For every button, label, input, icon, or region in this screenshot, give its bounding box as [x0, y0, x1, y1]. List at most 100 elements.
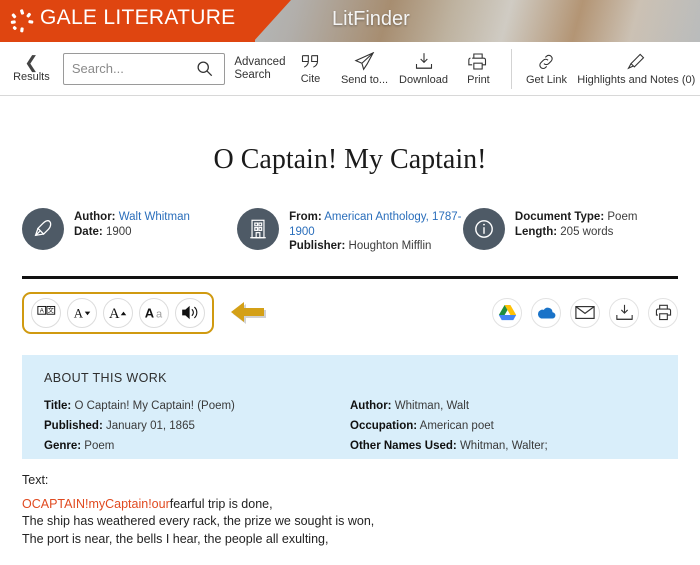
- about-author-label: Author:: [350, 399, 392, 412]
- about-this-work-panel: ABOUT THIS WORK Title: O Captain! My Cap…: [22, 354, 678, 459]
- svg-text:A: A: [109, 306, 120, 321]
- cite-label: Cite: [300, 72, 321, 85]
- about-row-occupation: Occupation: American poet: [350, 416, 656, 436]
- metadata-doctype-text: Document Type: Poem Length: 205 words: [515, 208, 638, 239]
- link-chain-icon: [539, 54, 554, 69]
- get-link-button[interactable]: Get Link: [520, 52, 572, 86]
- svg-text:文: 文: [47, 307, 53, 315]
- increase-font-icon[interactable]: A: [103, 297, 133, 328]
- print-button[interactable]: Print: [453, 52, 503, 86]
- section-divider: [22, 275, 678, 279]
- printer-icon: [468, 52, 487, 70]
- author-label: Author:: [74, 211, 116, 223]
- svg-text:a: a: [156, 308, 163, 320]
- about-title-value: O Captain! My Captain! (Poem): [74, 399, 235, 412]
- translate-icon[interactable]: A 文: [31, 297, 61, 328]
- download-icon[interactable]: [609, 297, 639, 328]
- highlighter-pen-icon: [627, 53, 645, 69]
- about-row-published: Published: January 01, 1865: [44, 416, 350, 436]
- app-banner: GALE LITERATURE LitFinder: [0, 0, 700, 42]
- quill-pen-icon: [22, 208, 64, 250]
- search-input[interactable]: [63, 54, 190, 83]
- download-tray-icon: [415, 52, 432, 69]
- poem-line-1: OCAPTAIN!myCaptain!ourfearful trip is do…: [22, 496, 678, 514]
- about-occupation-label: Occupation:: [350, 419, 418, 432]
- about-genre-value: Poem: [84, 439, 115, 452]
- cite-button[interactable]: Cite: [285, 53, 335, 85]
- chevron-left-icon: ❮: [24, 52, 39, 72]
- listen-speaker-icon[interactable]: [175, 297, 205, 328]
- metadata-author: Author: Walt Whitman Date: 1900: [22, 208, 237, 254]
- about-heading: ABOUT THIS WORK: [44, 370, 167, 385]
- publisher-value: Houghton Mifflin: [348, 240, 432, 252]
- reading-tools-highlighted-box: A 文 A A A a: [22, 291, 214, 334]
- about-genre-label: Genre:: [44, 439, 82, 452]
- poem-line-1-rest: fearful trip is done,: [169, 496, 273, 511]
- left-arrow-annotation: [231, 301, 266, 324]
- document-metadata: Author: Walt Whitman Date: 1900 From: Am…: [0, 208, 700, 254]
- from-label: From:: [289, 211, 322, 223]
- display-options-icon[interactable]: A a: [139, 297, 169, 328]
- svg-text:A: A: [74, 306, 84, 320]
- document-title: O Captain! My Captain!: [213, 144, 487, 175]
- document-toolbar: ❮ Results Advanced Search Cite Send to..…: [0, 42, 700, 96]
- get-link-label: Get Link: [525, 73, 567, 86]
- poem-body: OCAPTAIN!myCaptain!ourfearful trip is do…: [22, 496, 678, 549]
- back-to-results-label: Results: [13, 70, 50, 83]
- gale-starburst-icon: [10, 9, 34, 33]
- length-value: 205 words: [560, 225, 614, 238]
- about-published-label: Published:: [44, 419, 103, 432]
- email-envelope-icon[interactable]: [570, 297, 600, 328]
- document-text-section: Text: OCAPTAIN!myCaptain!ourfearful trip…: [22, 473, 678, 549]
- about-published-value: January 01, 1865: [105, 419, 195, 432]
- about-column-right: Author: Whitman, Walt Occupation: Americ…: [350, 396, 656, 456]
- metadata-source-text: From: American Anthology, 1787-1900 Publ…: [289, 208, 463, 254]
- poem-line-1-highlight: OCAPTAIN!myCaptain!our: [22, 496, 170, 511]
- svg-text:A: A: [145, 305, 154, 320]
- print-icon[interactable]: [648, 297, 678, 328]
- back-to-results-button[interactable]: ❮ Results: [0, 52, 59, 83]
- toolbar-divider: [511, 48, 513, 89]
- date-value: 1900: [105, 225, 132, 238]
- reading-tools-strip: A 文 A A A a: [0, 289, 700, 337]
- about-row-genre: Genre: Poem: [44, 436, 350, 456]
- about-column-left: Title: O Captain! My Captain! (Poem) Pub…: [44, 396, 350, 456]
- poem-line-3: The port is near, the bells I hear, the …: [22, 531, 329, 546]
- share-tools-group: [492, 297, 678, 328]
- send-to-button[interactable]: Send to...: [335, 51, 393, 86]
- author-value[interactable]: Walt Whitman: [119, 211, 190, 223]
- search-box[interactable]: [62, 52, 226, 85]
- text-label: Text:: [22, 472, 49, 487]
- paper-plane-icon: [354, 51, 375, 71]
- date-label: Date:: [74, 225, 103, 238]
- onedrive-cloud-icon[interactable]: [531, 297, 561, 328]
- google-drive-icon[interactable]: [492, 297, 522, 328]
- about-row-other-names: Other Names Used: Whitman, Walter;: [350, 436, 656, 456]
- download-button[interactable]: Download: [394, 52, 454, 86]
- publisher-label: Publisher:: [289, 240, 346, 252]
- highlights-and-notes-button[interactable]: Highlights and Notes (0): [573, 52, 700, 86]
- print-label: Print: [467, 73, 490, 86]
- about-occupation-value: American poet: [419, 419, 494, 432]
- about-title-label: Title:: [44, 399, 72, 412]
- highlights-and-notes-label: Highlights and Notes (0): [577, 73, 696, 86]
- brand-title: GALE LITERATURE: [40, 6, 236, 29]
- search-icon[interactable]: [190, 60, 220, 77]
- reading-tools-group: A 文 A A A a: [22, 291, 266, 334]
- about-author-value: Whitman, Walt: [394, 399, 470, 412]
- advanced-search-link[interactable]: Advanced Search: [234, 56, 285, 82]
- building-icon: [237, 208, 280, 250]
- doctype-label: Document Type:: [514, 211, 605, 223]
- send-to-label: Send to...: [340, 73, 389, 86]
- metadata-doctype: Document Type: Poem Length: 205 words: [462, 208, 678, 254]
- download-label: Download: [399, 73, 448, 86]
- product-title: LitFinder: [332, 8, 410, 30]
- metadata-source: From: American Anthology, 1787-1900 Publ…: [237, 208, 463, 254]
- about-other-names-label: Other Names Used:: [350, 439, 457, 452]
- poem-line-2: The ship has weathered every rack, the p…: [22, 514, 375, 528]
- info-circle-icon: [462, 208, 505, 250]
- decrease-font-icon[interactable]: A: [67, 297, 97, 328]
- metadata-author-text: Author: Walt Whitman Date: 1900: [74, 208, 190, 239]
- doctype-value: Poem: [607, 211, 638, 223]
- about-row-author: Author: Whitman, Walt: [350, 396, 656, 416]
